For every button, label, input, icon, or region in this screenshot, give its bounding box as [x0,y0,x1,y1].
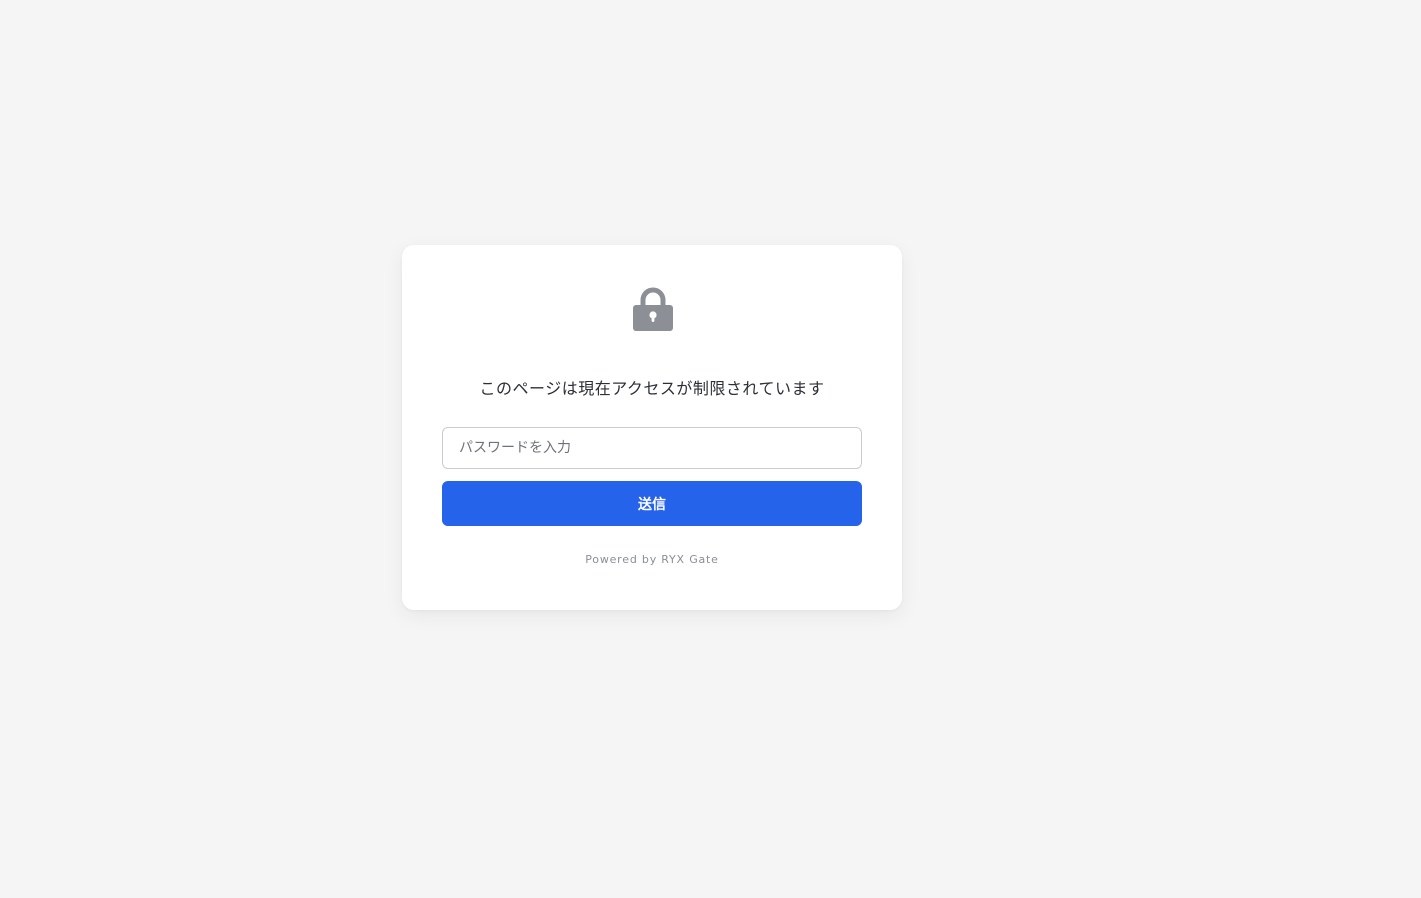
lock-icon [633,287,673,331]
restriction-message: このページは現在アクセスが制限されています [479,379,825,398]
password-input[interactable] [442,427,862,469]
powered-by-footer: Powered by RYX Gate [585,553,719,566]
submit-button[interactable]: 送信 [442,481,862,526]
access-gate-card: このページは現在アクセスが制限されています 送信 Powered by RYX … [402,245,902,610]
